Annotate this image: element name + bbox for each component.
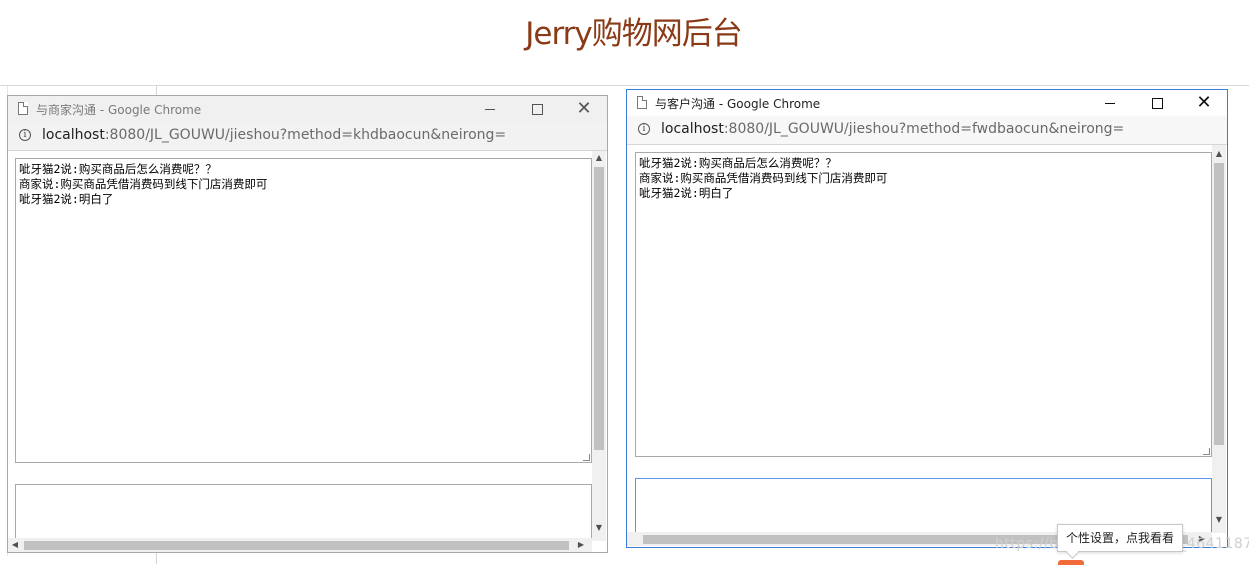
- scroll-thumb[interactable]: [594, 167, 604, 450]
- url-text[interactable]: localhost:8080/JL_GOUWU/jieshou?method=f…: [661, 121, 1124, 137]
- address-bar[interactable]: i localhost:8080/JL_GOUWU/jieshou?method…: [8, 122, 607, 151]
- page-title: Jerry购物网后台: [525, 16, 743, 52]
- minimize-button[interactable]: [1087, 90, 1133, 116]
- window-title: 与商家沟通 - Google Chrome: [36, 103, 202, 117]
- customer-chat-window: 与客户沟通 - Google Chrome ✕ i localhost:8080…: [626, 89, 1228, 548]
- url-host: localhost: [42, 127, 105, 143]
- resize-grip-icon[interactable]: [583, 454, 590, 461]
- url-text[interactable]: localhost:8080/JL_GOUWU/jieshou?method=k…: [42, 127, 506, 143]
- chat-message: 商家说:购买商品凭借消费码到线下门店消费即可: [19, 177, 268, 191]
- vertical-scrollbar[interactable]: ▲ ▼: [1212, 145, 1226, 533]
- vertical-scrollbar[interactable]: ▲ ▼: [592, 151, 606, 541]
- page-content: 呲牙猫2说:购买商品后怎么消费呢？？ 商家说:购买商品凭借消费码到线下门店消费即…: [8, 151, 607, 552]
- scroll-up-arrow-icon[interactable]: ▲: [592, 151, 606, 165]
- maximize-button[interactable]: [514, 96, 560, 122]
- chat-message: 呲牙猫2说:明白了: [19, 192, 114, 206]
- maximize-icon: [531, 103, 543, 115]
- settings-tab[interactable]: [1058, 560, 1084, 565]
- scroll-down-arrow-icon[interactable]: ▼: [1212, 513, 1226, 527]
- scroll-thumb[interactable]: [1214, 163, 1224, 445]
- chat-message: 呲牙猫2说:明白了: [639, 186, 734, 200]
- scroll-down-arrow-icon[interactable]: ▼: [592, 521, 606, 535]
- close-button[interactable]: ✕: [1181, 90, 1227, 116]
- url-host: localhost: [661, 121, 724, 137]
- info-icon[interactable]: i: [638, 123, 650, 135]
- scroll-right-arrow-icon[interactable]: ▶: [574, 538, 588, 552]
- close-icon: ✕: [1196, 92, 1212, 113]
- close-icon: ✕: [576, 98, 592, 119]
- resize-grip-icon[interactable]: [1203, 448, 1210, 455]
- scroll-thumb[interactable]: [24, 541, 569, 550]
- maximize-button[interactable]: [1134, 90, 1180, 116]
- scroll-up-arrow-icon[interactable]: ▲: [1212, 147, 1226, 161]
- document-icon: [637, 96, 647, 109]
- minimize-icon: [1105, 102, 1115, 104]
- window-title: 与客户沟通 - Google Chrome: [655, 97, 821, 111]
- minimize-icon: [485, 108, 495, 110]
- close-button[interactable]: ✕: [561, 96, 607, 122]
- chat-input-textarea[interactable]: [15, 484, 592, 544]
- chat-message: 商家说:购买商品凭借消费码到线下门店消费即可: [639, 171, 888, 185]
- horizontal-scrollbar[interactable]: ◀ ▶: [8, 538, 592, 552]
- settings-tooltip[interactable]: 个性设置，点我看看: [1057, 524, 1183, 552]
- chat-history-textarea[interactable]: 呲牙猫2说:购买商品后怎么消费呢？？ 商家说:购买商品凭借消费码到线下门店消费即…: [15, 158, 592, 463]
- chat-message: 呲牙猫2说:购买商品后怎么消费呢？？: [19, 162, 217, 176]
- minimize-button[interactable]: [467, 96, 513, 122]
- maximize-icon: [1151, 97, 1163, 109]
- window-titlebar[interactable]: 与商家沟通 - Google Chrome ✕: [8, 96, 607, 122]
- window-titlebar[interactable]: 与客户沟通 - Google Chrome ✕: [627, 90, 1227, 116]
- url-path: :8080/JL_GOUWU/jieshou?method=khdbaocun&…: [104, 127, 507, 143]
- info-icon[interactable]: i: [19, 129, 31, 141]
- merchant-chat-window: 与商家沟通 - Google Chrome ✕ i localhost:8080…: [7, 95, 608, 553]
- address-bar[interactable]: i localhost:8080/JL_GOUWU/jieshou?method…: [627, 116, 1227, 145]
- document-icon: [18, 102, 28, 115]
- chat-message: 呲牙猫2说:购买商品后怎么消费呢？？: [639, 156, 837, 170]
- chat-history-textarea[interactable]: 呲牙猫2说:购买商品后怎么消费呢？？ 商家说:购买商品凭借消费码到线下门店消费即…: [635, 152, 1212, 457]
- url-path: :8080/JL_GOUWU/jieshou?method=fwdbaocun&…: [723, 121, 1125, 137]
- scroll-left-arrow-icon[interactable]: ◀: [8, 538, 22, 552]
- page-content: 呲牙猫2说:购买商品后怎么消费呢？？ 商家说:购买商品凭借消费码到线下门店消费即…: [627, 145, 1227, 547]
- header-divider: [0, 85, 1249, 86]
